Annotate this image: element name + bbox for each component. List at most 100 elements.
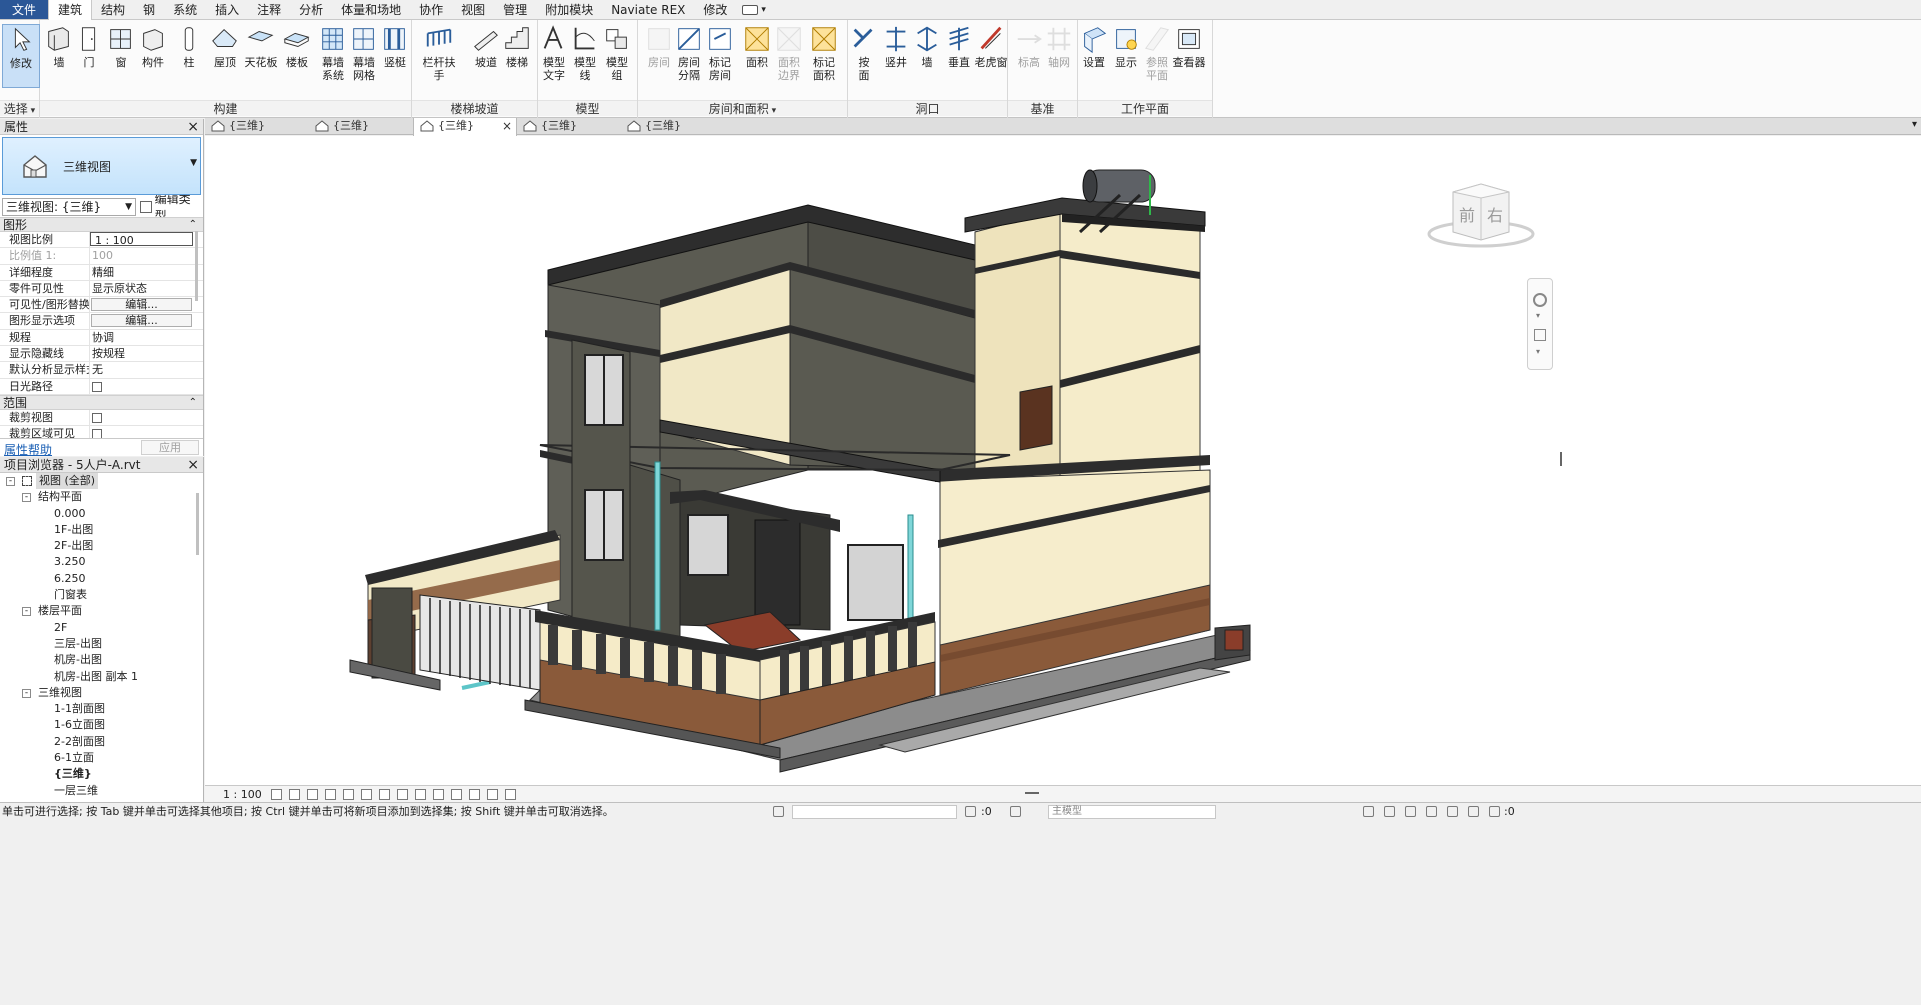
ribbon-tab-5[interactable]: 插入	[206, 0, 248, 19]
tree-folder[interactable]: - 视图 (全部)	[0, 473, 203, 489]
steering-wheel-icon[interactable]	[1533, 293, 1547, 307]
collapse-toggle-icon[interactable]: -	[22, 493, 31, 503]
ribbon-button-5[interactable]: 柱	[170, 24, 208, 69]
ribbon-panel-title[interactable]: 洞口	[848, 100, 1007, 116]
property-value[interactable]: 协调	[90, 330, 203, 345]
viewcube[interactable]: 前 右	[1425, 180, 1537, 250]
properties-help-link[interactable]: 属性帮助	[4, 441, 52, 458]
ribbon-panel-title[interactable]: 模型	[538, 100, 637, 116]
ribbon-tab-8[interactable]: 体量和场地	[332, 0, 410, 19]
type-selector[interactable]: 三维视图 ▼	[2, 137, 201, 195]
edit-button[interactable]: 编辑...	[91, 314, 192, 328]
view-scale[interactable]: 1 : 100	[223, 788, 262, 801]
ribbon-button-8[interactable]: 楼板	[278, 24, 316, 69]
ribbon-tab-9[interactable]: 协作	[410, 0, 452, 19]
view-tab[interactable]: {三维}	[205, 118, 309, 135]
ribbon-tab-14[interactable]: 修改	[694, 0, 736, 19]
collapse-toggle-icon[interactable]: -	[22, 688, 31, 698]
ribbon-tab-7[interactable]: 分析	[290, 0, 332, 19]
ribbon-button-22[interactable]: 面积 边界	[770, 24, 808, 82]
ribbon-button-11[interactable]: 竖梃	[376, 24, 414, 69]
select-underlay-icon[interactable]	[1384, 806, 1395, 817]
tree-item[interactable]: 1-1剖面图	[0, 701, 203, 717]
browser-scrollbar[interactable]	[196, 493, 199, 555]
collapse-toggle-icon[interactable]: -	[6, 477, 15, 486]
chevron-down-icon[interactable]: ▾	[1536, 311, 1540, 320]
ribbon-panel-title[interactable]: 选择 ▾	[0, 100, 39, 116]
detail-level-icon[interactable]	[271, 789, 282, 800]
visual-style-icon[interactable]	[289, 789, 300, 800]
property-value[interactable]: 无	[90, 362, 203, 377]
ribbon-button-6[interactable]: 屋顶	[206, 24, 244, 69]
design-options-icon[interactable]	[1010, 806, 1021, 817]
ribbon-button-0[interactable]: 修改	[2, 24, 40, 88]
property-value[interactable]: 1 : 100	[90, 232, 193, 247]
viewcube-front-label[interactable]: 前	[1459, 202, 1475, 226]
view-instance-select[interactable]: 三维视图: {三维} ▼	[2, 198, 136, 216]
view-tab[interactable]: {三维}	[621, 118, 725, 135]
tree-item[interactable]: 一层三维	[0, 783, 203, 799]
property-value[interactable]: 显示原状态	[90, 281, 203, 296]
crop-region-icon[interactable]	[379, 789, 390, 800]
apply-button[interactable]: 应用	[141, 440, 199, 455]
constraints-icon[interactable]	[487, 789, 498, 800]
analysis-model-icon[interactable]	[469, 789, 480, 800]
worksets-icon[interactable]	[773, 806, 784, 817]
ribbon-tab-4[interactable]: 系统	[164, 0, 206, 19]
tree-item[interactable]: 门窗表	[0, 587, 203, 603]
ribbon-panel-title[interactable]: 构建	[40, 100, 411, 116]
chevron-down-icon[interactable]: ▾	[1536, 347, 1540, 356]
ribbon-button-7[interactable]: 天花板	[242, 24, 280, 69]
property-value[interactable]: 精细	[90, 265, 203, 280]
tree-folder[interactable]: - 三维视图	[0, 685, 203, 701]
tree-item[interactable]: 0.000	[0, 506, 203, 522]
ribbon-button-12[interactable]: 栏杆扶手	[420, 24, 458, 82]
collapse-icon[interactable]: ⌃	[189, 218, 197, 232]
filter-icon[interactable]	[965, 806, 976, 817]
sun-path-icon[interactable]	[307, 789, 318, 800]
ribbon-button-17[interactable]: 模型 组	[598, 24, 636, 82]
tree-item[interactable]: 三层-出图	[0, 636, 203, 652]
ribbon-panel-title[interactable]: 楼梯坡道	[412, 100, 537, 116]
ribbon-panel-title[interactable]: 房间和面积 ▾	[638, 100, 847, 116]
view-tab[interactable]: {三维}	[309, 118, 413, 135]
property-checkbox[interactable]	[92, 412, 102, 423]
hscroll-thumb[interactable]	[1025, 792, 1039, 794]
select-by-face-icon[interactable]	[1426, 806, 1437, 817]
ribbon-tab-12[interactable]: 附加模块	[536, 0, 602, 19]
ribbon-button-14[interactable]: 楼梯	[498, 24, 536, 69]
ribbon-button-30[interactable]: 轴网	[1040, 24, 1078, 69]
workset-select[interactable]	[792, 805, 957, 819]
property-value[interactable]	[90, 379, 203, 394]
filter-funnel-icon[interactable]	[1489, 806, 1500, 817]
drag-elements-icon[interactable]	[1447, 806, 1458, 817]
property-value[interactable]: 按规程	[90, 346, 203, 361]
tree-item[interactable]: 6-1立面	[0, 750, 203, 766]
temp-view-props-icon[interactable]	[451, 789, 462, 800]
view-tab[interactable]: {三维}	[517, 118, 621, 135]
tree-item[interactable]: 1-6立面图	[0, 717, 203, 733]
property-value[interactable]: 编辑...	[90, 313, 203, 328]
ribbon-tab-6[interactable]: 注释	[248, 0, 290, 19]
tree-folder[interactable]: - 楼层平面	[0, 603, 203, 619]
tree-item[interactable]: 机房-出图 副本 1	[0, 669, 203, 685]
shadows-icon[interactable]	[325, 789, 336, 800]
temp-hide-icon[interactable]	[415, 789, 426, 800]
property-value[interactable]	[90, 410, 203, 425]
close-icon[interactable]: ×	[187, 457, 199, 473]
ribbon-button-20[interactable]: 标记 房间	[701, 24, 739, 82]
properties-scrollbar[interactable]	[195, 231, 198, 301]
background-process-icon[interactable]	[1468, 806, 1479, 817]
ribbon-button-23[interactable]: 标记 面积	[805, 24, 843, 82]
ribbon-tab-10[interactable]: 视图	[452, 0, 494, 19]
tree-item[interactable]: 6.250	[0, 571, 203, 587]
select-pinned-icon[interactable]	[1405, 806, 1416, 817]
ribbon-tab-13[interactable]: Naviate REX	[602, 0, 694, 19]
tree-item[interactable]: 1F-出图	[0, 522, 203, 538]
ribbon-tab-1[interactable]: 建筑	[48, 0, 93, 20]
highlight-icon[interactable]	[505, 789, 516, 800]
ribbon-panel-title[interactable]: 工作平面	[1078, 100, 1212, 116]
ribbon-minimize-toggle[interactable]: ▾	[736, 0, 772, 19]
select-links-icon[interactable]	[1363, 806, 1374, 817]
ribbon-tab-3[interactable]: 钢	[134, 0, 164, 19]
